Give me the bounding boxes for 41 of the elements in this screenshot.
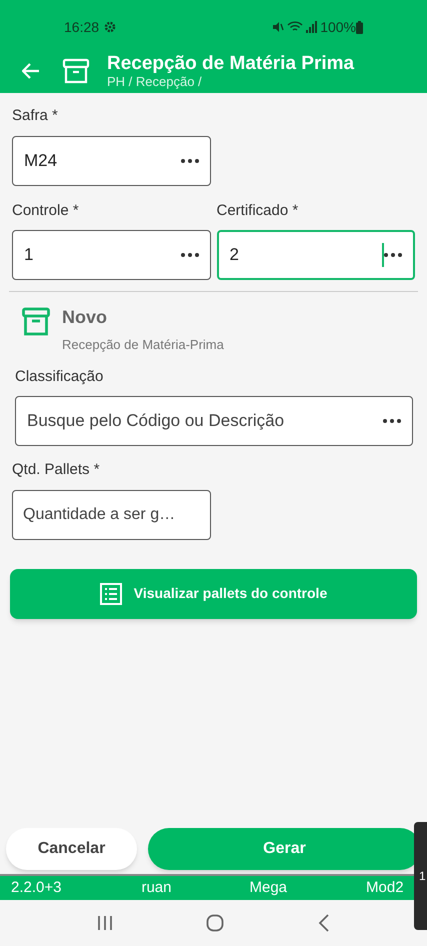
search-field[interactable]: Busque pelo Código ou Descrição [15, 396, 413, 446]
search-input[interactable]: Busque pelo Código ou Descrição [27, 408, 383, 434]
more-icon[interactable] [384, 253, 402, 257]
archive-box-icon [62, 56, 90, 84]
field-value: 2 [230, 244, 240, 266]
battery-icon [356, 20, 363, 34]
field-value: M24 [24, 150, 58, 172]
mute-icon [272, 21, 284, 33]
signal-icon [305, 21, 318, 33]
home-icon[interactable] [206, 914, 224, 932]
field-label: Certificado * [216, 200, 300, 220]
text-field[interactable]: 1 [12, 230, 210, 280]
panel-text: 1 [419, 868, 426, 885]
info-text: Mod2 [366, 878, 404, 898]
info-text: Mega [250, 878, 288, 898]
info-text: 2.2.0+3 [11, 878, 62, 898]
more-icon[interactable] [181, 158, 199, 162]
battery-level: 100% [320, 18, 356, 36]
more-icon[interactable] [180, 253, 198, 257]
quantity-field[interactable]: Quantidade a ser g… [12, 490, 211, 540]
section-subtitle: Recepção de Matéria-Prima [62, 336, 224, 354]
recent-apps-icon[interactable] [96, 915, 113, 931]
section-title: Novo [62, 306, 108, 329]
breadcrumb: PH / Recepção / [107, 74, 203, 88]
field-value: 1 [24, 244, 34, 266]
more-icon[interactable] [383, 419, 401, 423]
info-text: ruan [141, 878, 172, 898]
field-label: Controle * [12, 200, 80, 220]
field-label: Classificação [15, 366, 104, 386]
list-icon [100, 582, 122, 604]
back-icon[interactable] [318, 914, 330, 932]
clock: 16:28 [64, 18, 100, 36]
field-label: Qtd. Pallets * [12, 460, 101, 480]
text-field[interactable]: M24 [12, 136, 211, 186]
text-field[interactable]: 2 [216, 230, 415, 280]
cancel-button[interactable]: Cancelar [6, 828, 137, 870]
wifi-icon [287, 21, 304, 33]
archive-box-icon [22, 307, 50, 337]
gear-icon [104, 21, 116, 33]
field-label: Safra * [12, 106, 59, 126]
screen-title: Recepção de Matéria Prima [107, 54, 354, 72]
